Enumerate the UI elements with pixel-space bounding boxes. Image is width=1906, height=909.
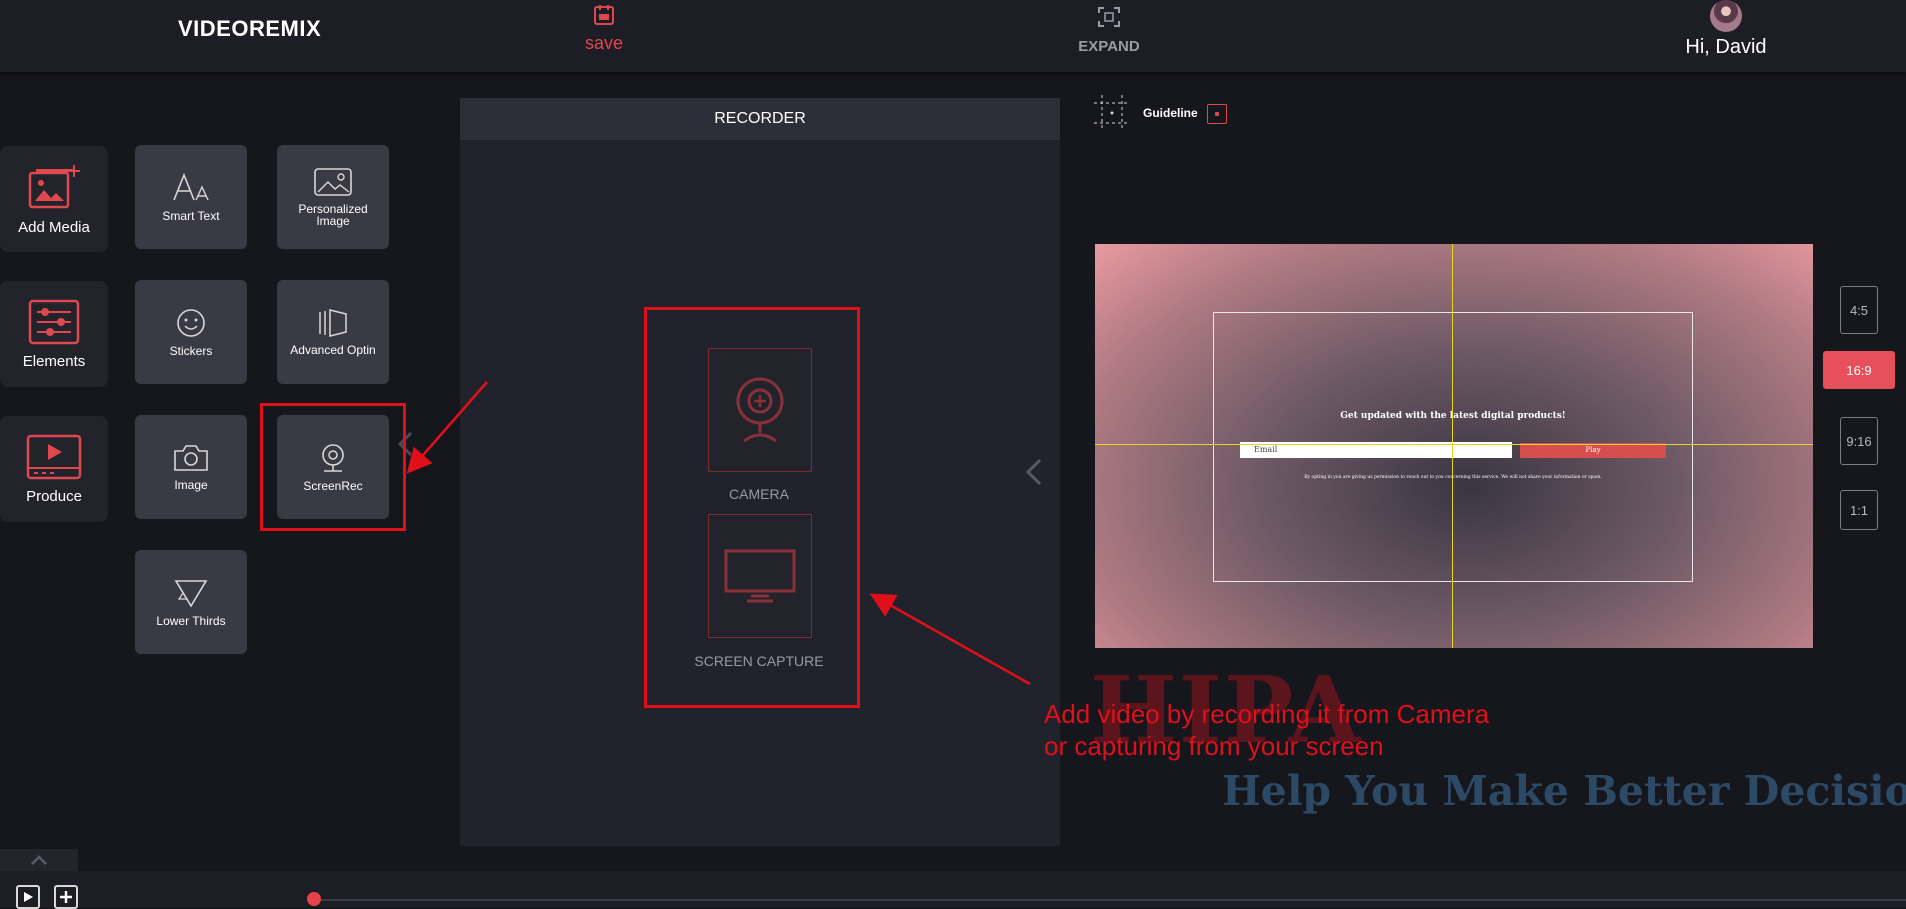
play-icon [24, 892, 33, 902]
plus-icon [60, 891, 72, 903]
timeline-bar [0, 871, 1906, 907]
timeline-track[interactable] [314, 899, 1906, 901]
collapse-timeline-button[interactable] [0, 849, 78, 871]
timeline-playhead[interactable] [307, 892, 321, 906]
arrow-to-recorder [869, 593, 1031, 686]
add-track-button[interactable] [54, 885, 78, 909]
annotation-arrows [406, 381, 1031, 686]
arrow-to-screenrec [406, 381, 488, 474]
play-button[interactable] [16, 885, 40, 909]
chevron-up-icon [31, 855, 47, 865]
